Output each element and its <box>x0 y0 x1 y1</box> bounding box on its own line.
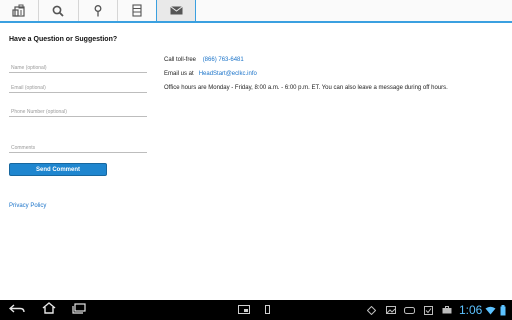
recent-apps-button[interactable] <box>68 300 90 320</box>
building-icon <box>12 4 26 17</box>
document-icon <box>131 4 142 17</box>
tab-resources[interactable] <box>117 0 157 21</box>
send-comment-button[interactable]: Send Comment <box>9 163 107 176</box>
back-button[interactable] <box>6 300 28 320</box>
tab-contact[interactable] <box>156 0 196 21</box>
controller-icon <box>402 300 416 320</box>
page-title: Have a Question or Suggestion? <box>9 36 118 43</box>
email-field[interactable] <box>9 83 147 93</box>
screenshot-button[interactable] <box>235 300 253 320</box>
phone-field[interactable] <box>9 107 147 117</box>
search-icon <box>52 5 64 17</box>
map-pin-icon <box>94 4 102 17</box>
envelope-icon <box>169 6 183 15</box>
status-clock[interactable]: 1:06 <box>459 303 482 317</box>
name-field[interactable] <box>9 63 147 73</box>
back-arrow-icon <box>8 301 25 319</box>
sync-icon <box>364 300 378 320</box>
screenshot-icon <box>238 301 250 319</box>
battery-icon <box>498 300 508 320</box>
email-link[interactable]: HeadStart@eclkc.info <box>199 71 257 77</box>
top-tab-bar <box>0 0 512 23</box>
system-navigation-bar: 1:06 <box>0 300 512 320</box>
tab-locations[interactable] <box>0 0 39 21</box>
office-hours-text: Office hours are Monday - Friday, 8:00 a… <box>164 85 448 91</box>
menu-icon <box>264 301 270 319</box>
gallery-icon <box>384 300 398 320</box>
phone-link[interactable]: (866) 763-6481 <box>203 57 244 63</box>
privacy-policy-link[interactable]: Privacy Policy <box>9 203 46 209</box>
email-line: Email us at HeadStart@eclkc.info <box>164 71 257 77</box>
comments-field[interactable] <box>9 143 147 153</box>
email-label: Email us at <box>164 71 194 77</box>
menu-button[interactable] <box>260 300 274 320</box>
wifi-icon <box>484 300 496 320</box>
checklist-icon <box>421 300 435 320</box>
phone-line: Call toll-free (866) 763-6481 <box>164 57 244 63</box>
tab-map[interactable] <box>78 0 118 21</box>
recent-apps-icon <box>72 301 86 319</box>
call-label: Call toll-free <box>164 57 197 63</box>
home-button[interactable] <box>38 300 60 320</box>
home-icon <box>42 301 56 319</box>
tab-search[interactable] <box>38 0 79 21</box>
briefcase-icon <box>440 300 454 320</box>
